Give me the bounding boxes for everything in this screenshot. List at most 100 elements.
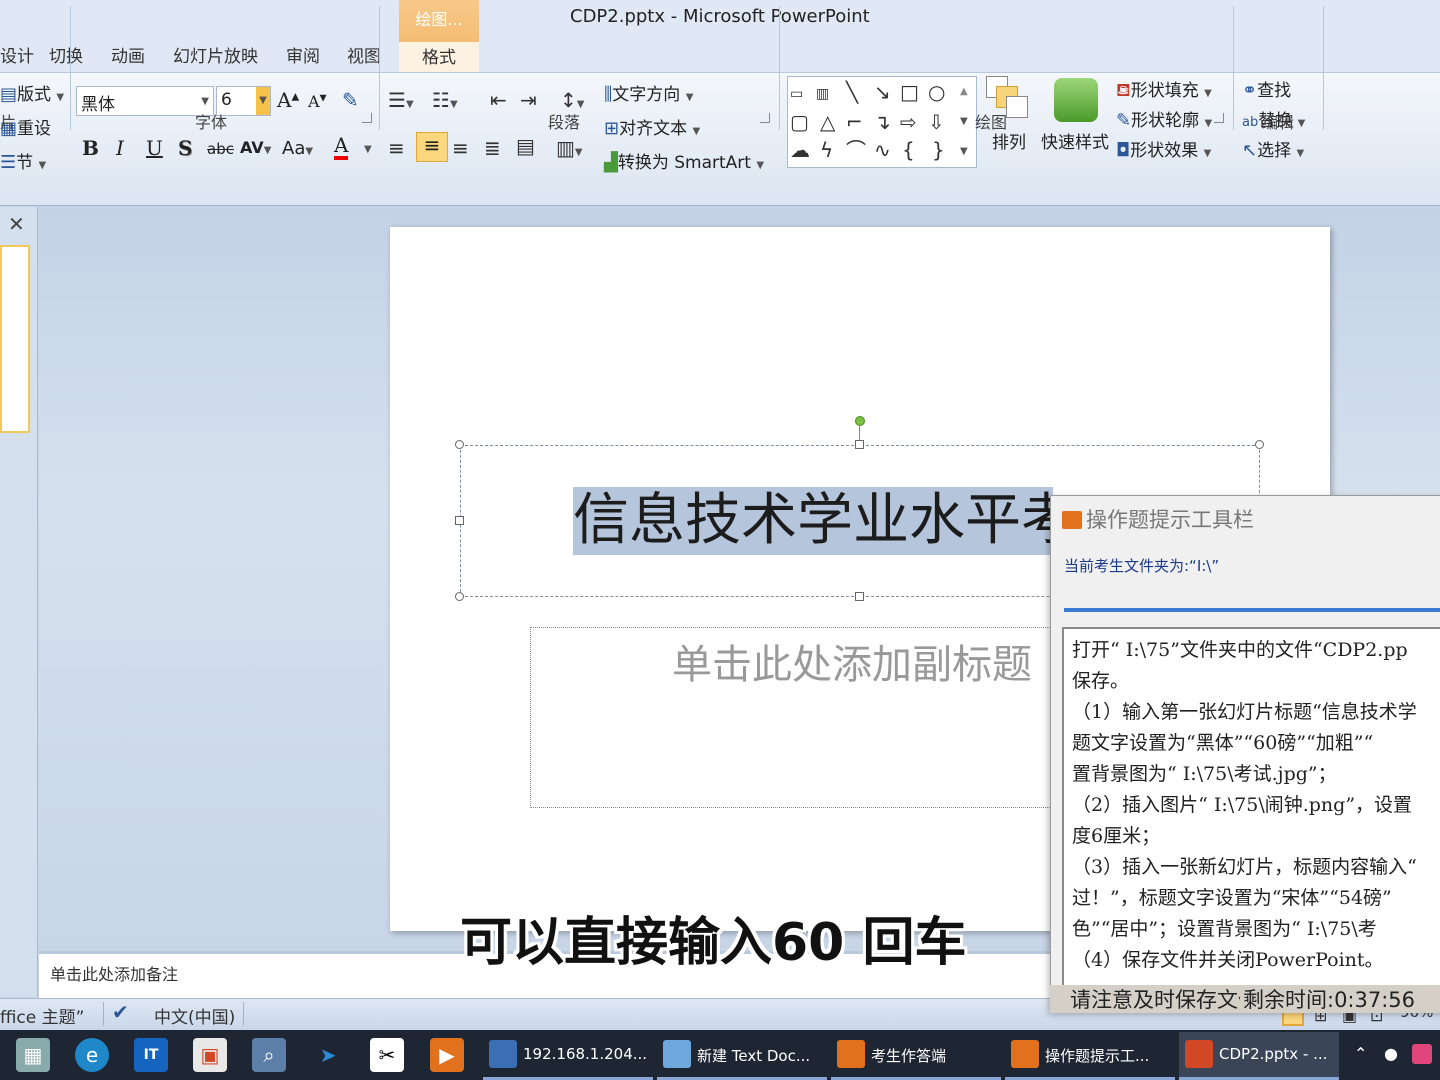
increase-indent-icon[interactable]: ⇥ bbox=[520, 88, 537, 112]
window-title: CDP2.pptx - Microsoft PowerPoint bbox=[570, 6, 870, 27]
align-left-icon[interactable]: ≡ bbox=[388, 136, 405, 160]
italic-button[interactable]: I bbox=[116, 136, 124, 160]
section-button[interactable]: ☰节 ▼ bbox=[0, 148, 46, 173]
resize-handle[interactable] bbox=[455, 516, 464, 525]
font-dialog-launcher[interactable] bbox=[362, 113, 372, 123]
character-spacing-button[interactable]: AV▼ bbox=[240, 138, 271, 157]
taskbar-app-notepad[interactable]: 新建 Text Doc... bbox=[657, 1032, 827, 1080]
font-color-button[interactable]: A bbox=[334, 134, 349, 160]
tray-app-icon[interactable] bbox=[1412, 1044, 1432, 1064]
align-center-icon[interactable]: ≡ bbox=[416, 132, 448, 162]
slide-title-text[interactable]: 信息技术学业水平考 bbox=[573, 487, 1053, 555]
triangle-shape-icon[interactable]: △ bbox=[820, 111, 835, 133]
resize-handle[interactable] bbox=[855, 440, 864, 449]
rounded-rect-icon[interactable]: ▢ bbox=[790, 111, 809, 133]
it-exam-icon[interactable]: IT bbox=[134, 1038, 168, 1072]
shadow-button[interactable]: S bbox=[178, 136, 192, 160]
cloud-shape-icon[interactable]: ☁ bbox=[790, 139, 810, 161]
shape-outline-button[interactable]: ✎形状轮廓 ▼ bbox=[1116, 106, 1212, 131]
align-text-button[interactable]: ⊞对齐文本 ▼ bbox=[604, 114, 700, 139]
bold-button[interactable]: B bbox=[82, 136, 99, 160]
text-direction-button[interactable]: ⫼文字方向 ▼ bbox=[604, 80, 693, 105]
oval-shape-icon[interactable]: ○ bbox=[928, 81, 945, 103]
smartart-button[interactable]: ▟转换为 SmartArt ▼ bbox=[604, 148, 764, 173]
font-name-combo[interactable]: 黑体 ▼ bbox=[76, 86, 214, 116]
numbering-icon[interactable]: ☷▼ bbox=[432, 88, 458, 112]
tab-slideshow[interactable]: 幻灯片放映 bbox=[173, 42, 258, 67]
decrease-indent-icon[interactable]: ⇤ bbox=[490, 88, 507, 112]
curve-shape-icon[interactable]: ∿ bbox=[874, 139, 891, 161]
edge-browser-icon[interactable]: e bbox=[75, 1038, 109, 1072]
textbox-shape-icon[interactable]: ▭ bbox=[790, 83, 803, 105]
arrow-line-icon[interactable]: ↘ bbox=[874, 81, 891, 103]
right-brace-icon[interactable]: } bbox=[932, 139, 945, 161]
qq-icon[interactable]: ● bbox=[1384, 1044, 1398, 1063]
capcut-icon[interactable]: ✂ bbox=[370, 1038, 404, 1072]
taskbar-app-exam-client[interactable]: 考生作答端 bbox=[831, 1032, 1001, 1080]
gallery-more-icon[interactable]: ▼ bbox=[960, 141, 968, 163]
tab-animations[interactable]: 动画 bbox=[111, 42, 145, 67]
align-right-icon[interactable]: ≡ bbox=[452, 136, 469, 160]
justify-icon[interactable]: ≣ bbox=[484, 136, 501, 160]
vertical-textbox-icon[interactable]: ▥ bbox=[816, 83, 829, 105]
shape-effects-button[interactable]: ◘形状效果 ▼ bbox=[1116, 136, 1211, 161]
tab-view[interactable]: 视图 bbox=[347, 42, 381, 67]
system-monitor-icon[interactable]: ▦ bbox=[16, 1038, 50, 1072]
quick-styles-button[interactable]: 快速样式 bbox=[1041, 128, 1109, 153]
shrink-font-button[interactable]: A▼ bbox=[308, 92, 326, 111]
arc-shape-icon[interactable]: ⌒ bbox=[846, 139, 866, 161]
font-color-dropdown[interactable]: ▼ bbox=[364, 144, 372, 155]
quick-styles-icon[interactable] bbox=[1054, 78, 1098, 122]
grow-font-button[interactable]: A▲ bbox=[277, 88, 299, 112]
tab-design[interactable]: 设计 bbox=[0, 42, 34, 67]
strikethrough-button[interactable]: abc bbox=[207, 140, 234, 158]
line-shape-icon[interactable]: ╲ bbox=[846, 81, 858, 103]
gallery-down-icon[interactable]: ▼ bbox=[960, 111, 968, 133]
resize-handle[interactable] bbox=[455, 440, 464, 449]
office-icon[interactable]: ▣ bbox=[193, 1038, 227, 1072]
bullets-icon[interactable]: ☰▼ bbox=[388, 88, 414, 112]
pointer-tool-icon[interactable]: ➤ bbox=[311, 1038, 345, 1072]
taskbar-app-remote[interactable]: 192.168.1.204... bbox=[483, 1032, 653, 1080]
close-icon[interactable]: ✕ bbox=[8, 212, 25, 236]
distribute-icon[interactable]: ▤ bbox=[516, 134, 535, 158]
elbow-arrow-icon[interactable]: ↴ bbox=[874, 111, 891, 133]
shape-fill-button[interactable]: ⛾形状填充 ▼ bbox=[1116, 76, 1212, 104]
shapes-gallery[interactable]: ▭ ▥ ╲ ↘ □ ○ ▢ △ ⌐ ↴ ⇨ ⇩ ☁ ϟ ⌒ ∿ { } ▲ ▼ … bbox=[787, 76, 977, 168]
left-brace-icon[interactable]: { bbox=[902, 139, 915, 161]
underline-button[interactable]: U bbox=[146, 136, 163, 160]
paragraph-dialog-launcher[interactable] bbox=[760, 113, 770, 123]
exam-client-icon[interactable]: ▶ bbox=[430, 1038, 464, 1072]
drawing-dialog-launcher[interactable] bbox=[1214, 113, 1224, 123]
task-line: （1）输入第一张幻灯片标题“信息技术学 bbox=[1072, 701, 1417, 723]
slide-thumbnail[interactable] bbox=[0, 245, 30, 433]
right-arrow-shape-icon[interactable]: ⇨ bbox=[900, 111, 917, 133]
task-instructions[interactable]: 打开“ I:\75”文件夹中的文件“CDP2.pp 保存。 （1）输入第一张幻灯… bbox=[1062, 627, 1440, 987]
elbow-connector-icon[interactable]: ⌐ bbox=[846, 111, 863, 133]
select-button[interactable]: ↖选择 ▼ bbox=[1242, 136, 1304, 161]
search-tool-icon[interactable]: ⌕ bbox=[252, 1038, 286, 1072]
context-group-label: 绘图... bbox=[415, 10, 463, 29]
find-button[interactable]: ⚭查找 bbox=[1242, 76, 1291, 101]
gallery-up-icon[interactable]: ▲ bbox=[960, 81, 968, 103]
tab-transitions[interactable]: 切换 bbox=[49, 42, 83, 67]
resize-handle[interactable] bbox=[855, 592, 864, 601]
resize-handle[interactable] bbox=[1255, 440, 1264, 449]
tab-review[interactable]: 审阅 bbox=[286, 42, 320, 67]
rotation-handle[interactable] bbox=[855, 416, 865, 426]
rectangle-shape-icon[interactable]: □ bbox=[900, 81, 919, 103]
layout-button[interactable]: ▤版式 ▼ bbox=[0, 80, 64, 105]
tray-expand-icon[interactable]: ⌃ bbox=[1354, 1044, 1367, 1063]
down-arrow-shape-icon[interactable]: ⇩ bbox=[928, 111, 945, 133]
clear-format-icon[interactable]: ✎ bbox=[342, 88, 359, 112]
change-case-button[interactable]: Aa▼ bbox=[282, 138, 313, 159]
lightning-shape-icon[interactable]: ϟ bbox=[820, 139, 833, 161]
taskbar-app-hint-toolbar[interactable]: 操作题提示工... bbox=[1005, 1032, 1175, 1080]
panel-title: 操作题提示工具栏 bbox=[1062, 504, 1254, 534]
resize-handle[interactable] bbox=[455, 592, 464, 601]
tab-format[interactable]: 格式 bbox=[399, 42, 479, 72]
taskbar-app-powerpoint[interactable]: CDP2.pptx - ... bbox=[1179, 1032, 1339, 1080]
spellcheck-icon[interactable]: ✔ bbox=[112, 1000, 129, 1024]
language-status[interactable]: 中文(中国) bbox=[154, 1003, 235, 1028]
columns-icon[interactable]: ▥▼ bbox=[556, 136, 583, 160]
